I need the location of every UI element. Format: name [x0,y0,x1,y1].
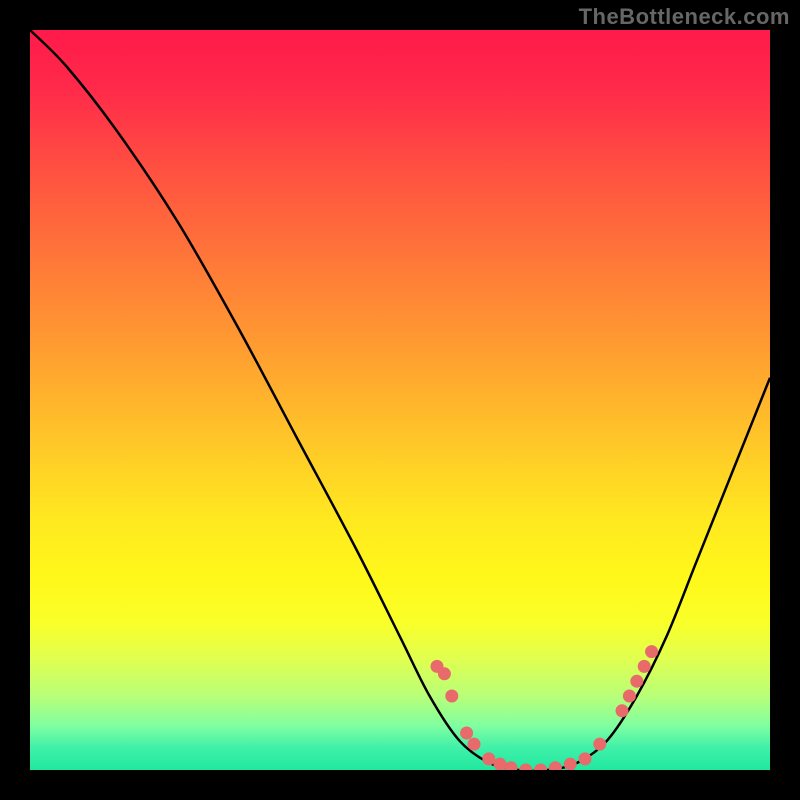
data-dot [438,667,451,680]
data-dot [593,738,606,751]
data-dot [564,758,577,770]
bottleneck-curve [30,30,770,770]
data-dot [534,764,547,771]
data-dot [616,704,629,717]
data-dot [505,761,518,770]
watermark-text: TheBottleneck.com [579,4,790,30]
plot-area [30,30,770,770]
data-dot [445,690,458,703]
data-dot [468,738,481,751]
data-dot [482,752,495,765]
data-dot [638,660,651,673]
data-dot [645,645,658,658]
data-dot [493,758,506,770]
data-dot [579,752,592,765]
data-dot [623,690,636,703]
data-dot [519,764,532,771]
data-dot [460,727,473,740]
chart-svg [30,30,770,770]
data-dot [549,761,562,770]
data-dots [431,645,659,770]
data-dot [630,675,643,688]
